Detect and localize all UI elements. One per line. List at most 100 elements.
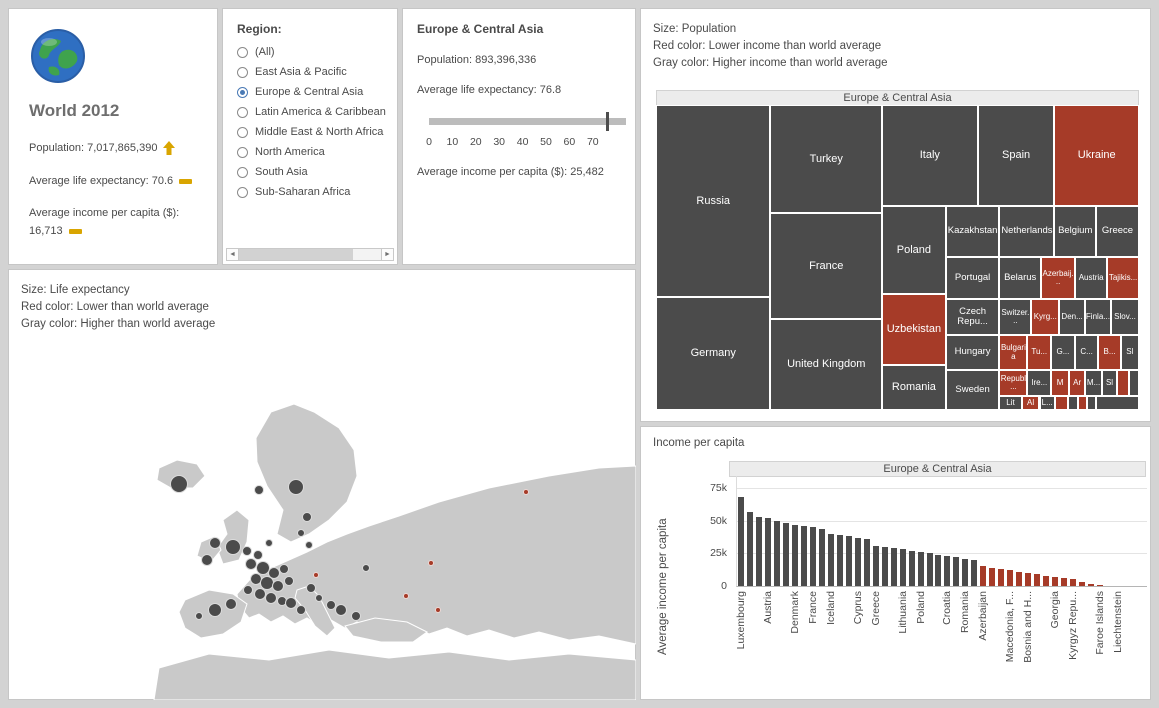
bar[interactable]: [980, 566, 986, 586]
treemap-cell-belgium[interactable]: Belgium: [1054, 206, 1096, 257]
treemap-cell-kazakhstan[interactable]: Kazakhstan: [946, 206, 1000, 257]
bar[interactable]: [1070, 579, 1076, 586]
region-option-north-america[interactable]: North America: [237, 146, 397, 158]
bar[interactable]: [828, 534, 834, 586]
treemap-cell-sl[interactable]: Sl: [1102, 370, 1117, 396]
bar[interactable]: [953, 557, 959, 586]
treemap-cell[interactable]: [1117, 370, 1129, 396]
treemap-cell-m[interactable]: M: [1051, 370, 1069, 396]
treemap-cell-ukraine[interactable]: Ukraine: [1054, 105, 1139, 206]
treemap-cell-finla[interactable]: Finla...: [1085, 299, 1111, 335]
bar[interactable]: [864, 539, 870, 586]
treemap-cell-den[interactable]: Den...: [1059, 299, 1085, 335]
map-bubble[interactable]: [313, 572, 319, 578]
treemap-cell-france[interactable]: France: [770, 213, 882, 320]
region-option-middle-east-north-africa[interactable]: Middle East & North Africa: [237, 126, 397, 138]
treemap-cell-russia[interactable]: Russia: [656, 105, 770, 297]
treemap-cell-kyrg[interactable]: Kyrg...: [1031, 299, 1059, 335]
map-bubble[interactable]: [297, 529, 305, 537]
treemap-cell-azerbaij[interactable]: Azerbaij...: [1041, 257, 1075, 300]
treemap-cell-lit[interactable]: Lit: [999, 396, 1021, 410]
map-bubble[interactable]: [170, 475, 188, 493]
bar[interactable]: [882, 547, 888, 586]
map-bubble[interactable]: [315, 594, 323, 602]
treemap-cell-united-kingdom[interactable]: United Kingdom: [770, 319, 882, 410]
bar[interactable]: [801, 526, 807, 586]
bar[interactable]: [819, 529, 825, 586]
map-bubble[interactable]: [523, 489, 529, 495]
treemap-cell[interactable]: [1087, 396, 1097, 410]
bar[interactable]: [855, 538, 861, 586]
map-bubble[interactable]: [284, 576, 294, 586]
region-option-all[interactable]: (All): [237, 46, 397, 58]
map-bubble[interactable]: [225, 598, 237, 610]
treemap-cell-tajikis[interactable]: Tajikis...: [1107, 257, 1139, 300]
treemap-cell[interactable]: [1068, 396, 1079, 410]
bar[interactable]: [1007, 570, 1013, 586]
treemap-cell-czech-repu[interactable]: Czech Repu...: [946, 299, 1000, 335]
bar[interactable]: [738, 497, 744, 586]
map-bubble[interactable]: [288, 479, 304, 495]
bar[interactable]: [944, 556, 950, 586]
treemap-cell-b[interactable]: B...: [1098, 335, 1120, 370]
bar[interactable]: [1097, 585, 1103, 586]
map-bubble[interactable]: [285, 597, 297, 609]
map-bubble[interactable]: [335, 604, 347, 616]
bar[interactable]: [998, 569, 1004, 586]
treemap-cell-germany[interactable]: Germany: [656, 297, 770, 410]
map-bubble[interactable]: [296, 605, 306, 615]
scrollbar-thumb[interactable]: [239, 249, 353, 260]
bar[interactable]: [1043, 576, 1049, 586]
bar[interactable]: [765, 518, 771, 586]
bar[interactable]: [1034, 574, 1040, 586]
treemap-cell-sl[interactable]: Sl: [1121, 335, 1139, 370]
treemap-cell-al[interactable]: Al: [1022, 396, 1040, 410]
map-bubble[interactable]: [225, 539, 241, 555]
map-bubble[interactable]: [351, 611, 361, 621]
map-bubble[interactable]: [265, 592, 277, 604]
bar[interactable]: [810, 527, 816, 586]
bar[interactable]: [1079, 582, 1085, 586]
treemap-cell[interactable]: [1096, 396, 1139, 410]
treemap-cell-ire[interactable]: Ire...: [1027, 370, 1051, 396]
bar[interactable]: [900, 549, 906, 586]
region-option-europe-central-asia[interactable]: Europe & Central Asia: [237, 86, 397, 98]
treemap-cell-slov[interactable]: Slov...: [1111, 299, 1139, 335]
map-bubble[interactable]: [302, 512, 312, 522]
map-bubble[interactable]: [403, 593, 409, 599]
treemap-cell-tu[interactable]: Tu...: [1027, 335, 1051, 370]
treemap-cell-poland[interactable]: Poland: [882, 206, 946, 294]
bar[interactable]: [989, 568, 995, 586]
bar[interactable]: [1061, 578, 1067, 586]
treemap-cell-italy[interactable]: Italy: [882, 105, 978, 206]
bar[interactable]: [918, 552, 924, 586]
bar[interactable]: [846, 536, 852, 586]
bar[interactable]: [774, 521, 780, 586]
map-bubble[interactable]: [362, 564, 370, 572]
treemap-cell-turkey[interactable]: Turkey: [770, 105, 882, 213]
treemap-cell-l[interactable]: L...: [1040, 396, 1055, 410]
treemap-cell-belarus[interactable]: Belarus: [999, 257, 1041, 300]
region-option-east-asia-pacific[interactable]: East Asia & Pacific: [237, 66, 397, 78]
map-bubble[interactable]: [272, 580, 284, 592]
bar[interactable]: [962, 559, 968, 586]
bar[interactable]: [1016, 572, 1022, 586]
map-bubble[interactable]: [209, 537, 221, 549]
bar[interactable]: [891, 548, 897, 586]
treemap-cell-c[interactable]: C...: [1075, 335, 1099, 370]
map-bubble[interactable]: [305, 541, 313, 549]
bar[interactable]: [935, 555, 941, 586]
bar[interactable]: [783, 523, 789, 586]
treemap-cell-switzer[interactable]: Switzer...: [999, 299, 1031, 335]
map-bubble[interactable]: [428, 560, 434, 566]
bar[interactable]: [1088, 584, 1094, 586]
bar[interactable]: [873, 546, 879, 587]
bar[interactable]: [927, 553, 933, 586]
horizontal-scrollbar[interactable]: ◄ ►: [226, 248, 394, 261]
map-bubble[interactable]: [265, 539, 273, 547]
bar[interactable]: [756, 517, 762, 586]
treemap-cell-sweden[interactable]: Sweden: [946, 370, 1000, 410]
treemap-cell[interactable]: [1055, 396, 1068, 410]
treemap-cell-hungary[interactable]: Hungary: [946, 335, 1000, 370]
map-bubble[interactable]: [195, 612, 203, 620]
